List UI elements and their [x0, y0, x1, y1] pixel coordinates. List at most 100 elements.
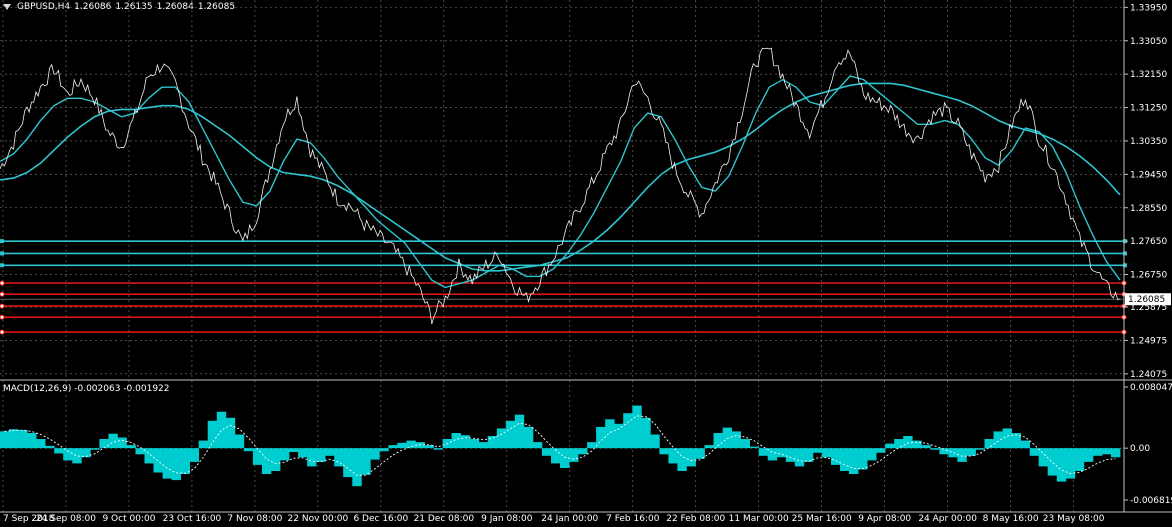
macd-histogram-bar — [361, 448, 371, 475]
macd-histogram-bar — [72, 448, 82, 464]
macd-histogram-bar — [614, 423, 624, 449]
macd-histogram-bar — [939, 448, 949, 455]
level-handle-icon[interactable] — [0, 314, 5, 320]
macd-histogram-bar — [650, 434, 660, 449]
price-tick-label: 1.29450 — [1130, 170, 1167, 180]
macd-histogram-bar — [126, 445, 136, 449]
time-tick-label: 11 Mar 00:00 — [729, 514, 789, 524]
time-tick-label: 7 Feb 16:00 — [606, 514, 660, 524]
macd-histogram-bar — [117, 437, 127, 449]
macd-histogram-bar — [1111, 448, 1121, 458]
horizontal-levels[interactable] — [0, 239, 1127, 335]
macd-histogram-bar — [1065, 448, 1076, 479]
macd-histogram-bar — [352, 448, 362, 487]
macd-histogram-bar — [948, 448, 958, 458]
macd-histogram-bar — [36, 439, 46, 449]
time-tick-label: 8 May 16:00 — [983, 514, 1039, 524]
macd-histogram-bar — [831, 448, 841, 465]
macd-histogram-bar — [1074, 448, 1085, 471]
macd-histogram-bar — [1101, 448, 1112, 455]
macd-histogram-bar — [153, 448, 163, 473]
time-tick-label: 7 Nov 08:00 — [227, 514, 282, 524]
time-tick-label: 21 Dec 08:00 — [414, 514, 475, 524]
macd-histogram-bar — [496, 428, 507, 449]
current-price-label: 1.26085 — [1128, 295, 1165, 305]
time-tick-label: 9 Oct 00:00 — [102, 514, 155, 524]
macd-histogram-bar — [397, 442, 407, 449]
time-tick-label: 6 Dec 16:00 — [353, 514, 408, 524]
macd-histogram-bar — [767, 448, 778, 461]
grid — [0, 0, 1124, 512]
macd-histogram-bar — [334, 448, 344, 467]
price-tick-label: 1.24075 — [1130, 370, 1167, 380]
macd-histogram-bar — [63, 448, 73, 461]
macd-histogram-bar — [54, 448, 64, 454]
price-tick-label: 1.31250 — [1130, 104, 1167, 114]
level-handle-icon[interactable] — [0, 239, 4, 244]
macd-histogram-bar — [289, 448, 299, 452]
macd-histogram-bar — [623, 413, 633, 449]
macd-histogram-bar — [740, 439, 750, 449]
macd-histogram-bar — [451, 433, 461, 449]
macd-histogram-bar — [758, 448, 769, 456]
macd-histogram-bar — [505, 420, 516, 449]
macd-histogram-bar — [307, 448, 317, 467]
level-handle-icon[interactable] — [0, 291, 5, 297]
macd-histogram-bar — [722, 427, 732, 449]
chart-canvas[interactable]: 7 Sep 201824 Sep 08:00 9 Oct 00:00 23 Oct … — [0, 0, 1172, 527]
macd-histogram-bar — [632, 405, 642, 449]
price-tick-label: 1.33950 — [1130, 3, 1167, 13]
macd-histogram-bar — [180, 448, 190, 474]
macd-histogram-bar — [379, 448, 389, 452]
price-tick-label: 1.28550 — [1130, 204, 1167, 214]
macd-histogram-bar — [207, 420, 218, 449]
level-handle-icon[interactable] — [0, 329, 5, 335]
price-tick-label: 1.32150 — [1130, 70, 1167, 80]
time-tick-label: 25 Mar 16:00 — [792, 514, 852, 524]
time-tick-label: 24 Sep 08:00 — [36, 514, 96, 524]
macd-histogram-bar — [27, 433, 37, 449]
macd-histogram-bar — [776, 448, 787, 458]
macd-histogram-bar — [867, 448, 877, 461]
macd-histogram-bar — [9, 429, 19, 449]
level-handle-icon[interactable] — [0, 303, 5, 309]
macd-histogram-bar — [560, 448, 570, 468]
macd-histogram-bar — [1038, 448, 1049, 467]
macd-histogram-bar — [605, 419, 615, 449]
price-tick-label: 1.26750 — [1130, 271, 1167, 281]
macd-tick-label: 0.00 — [1130, 444, 1150, 454]
macd-histogram-bar — [1056, 448, 1067, 482]
macd-histogram-bar — [90, 448, 100, 450]
macd-histogram-bar — [930, 448, 940, 450]
time-tick-label: 22 Nov 00:00 — [288, 514, 349, 524]
macd-histogram-bar — [858, 448, 868, 470]
macd-histogram-bar — [271, 448, 281, 471]
macd-histogram-bar — [885, 443, 895, 449]
macd-histogram-bar — [704, 445, 714, 449]
macd-histogram-bar — [1092, 448, 1103, 456]
macd-histogram-bar — [849, 448, 859, 474]
macd-histogram-bar — [578, 448, 588, 455]
level-handle-icon[interactable] — [0, 251, 4, 256]
price-tick-label: 1.24975 — [1130, 336, 1167, 346]
macd-histogram-bar — [370, 448, 380, 460]
macd-panel — [0, 405, 1121, 487]
macd-histogram-bar — [812, 448, 823, 453]
level-handle-icon[interactable] — [0, 263, 4, 268]
macd-histogram-bar — [144, 448, 154, 464]
time-tick-label: 22 Feb 08:00 — [666, 514, 725, 524]
time-tick-label: 23 May 08:00 — [1043, 514, 1105, 524]
macd-histogram-bar — [162, 448, 172, 479]
macd-histogram-bar — [903, 436, 913, 449]
macd-histogram-bar — [280, 448, 290, 461]
macd-histogram-bar — [45, 445, 55, 449]
macd-histogram-bar — [316, 448, 326, 462]
macd-histogram-bar — [487, 436, 498, 449]
macd-histogram-bar — [587, 442, 597, 449]
macd-histogram-bar — [668, 448, 678, 464]
macd-histogram-bar — [894, 439, 904, 449]
macd-histogram-bar — [261, 448, 272, 474]
macd-histogram-bar — [569, 448, 579, 462]
macd-tick-label: -0.006819 — [1130, 496, 1172, 506]
level-handle-icon[interactable] — [0, 280, 5, 286]
